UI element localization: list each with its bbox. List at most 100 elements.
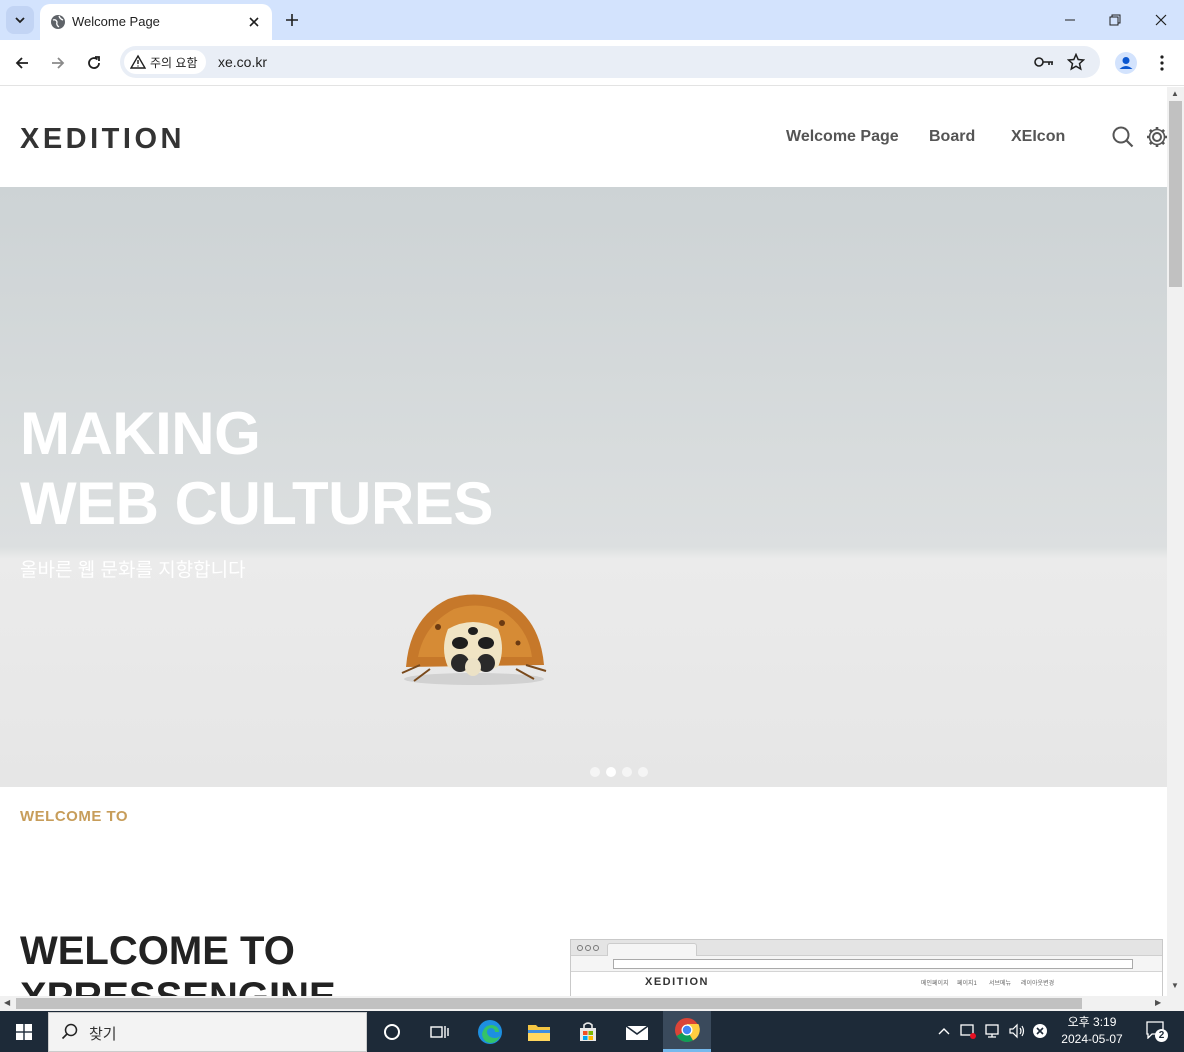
minimize-icon [1065,19,1075,21]
bookmark-button[interactable] [1064,50,1088,74]
restore-button[interactable] [1093,4,1137,36]
file-explorer-app[interactable] [515,1011,563,1052]
clock-date: 2024-05-07 [1061,1032,1123,1046]
new-tab-button[interactable] [280,8,304,32]
active-tab[interactable]: Welcome Page [40,4,272,40]
mockup-logo: XEDITION [645,976,709,988]
scroll-up-arrow[interactable]: ▲ [1171,89,1179,98]
mockup-address-bar [571,956,1162,972]
taskbar-clock[interactable]: 오후 3:19 2024-05-07 [1052,1014,1132,1048]
slider-dot-4[interactable] [638,767,648,777]
speaker-icon [1009,1023,1025,1039]
horizontal-scrollbar[interactable]: ◀ ▶ [0,996,1167,1011]
store-app[interactable] [564,1011,612,1052]
star-icon [1067,53,1085,71]
horizontal-scroll-thumb[interactable] [16,998,1082,1009]
chevron-up-icon [938,1028,950,1035]
close-icon [1155,14,1167,26]
notification-count-badge: 2 [1155,1029,1168,1042]
globe-icon [51,15,65,29]
hero-heading-line2: WEB CULTURES [20,470,493,537]
welcome-title-line1: WELCOME TO [20,929,295,973]
tab-search-button[interactable] [6,6,34,34]
slider-pagination [590,767,648,777]
back-button[interactable] [8,49,36,77]
site-search-button[interactable] [1111,125,1135,149]
windows-logo-icon [16,1023,32,1040]
mockup-tab-bar [571,940,1162,956]
chrome-app[interactable] [663,1011,711,1052]
tab-title: Welcome Page [72,14,160,29]
security-tray-button[interactable] [958,1021,978,1041]
tray-overflow-button[interactable] [934,1021,954,1041]
kebab-menu-icon [1160,55,1164,71]
close-circle-icon [1033,1024,1047,1038]
nav-xeicon[interactable]: XEIcon [1011,128,1065,146]
password-key-button[interactable] [1032,50,1056,74]
notification-center-button[interactable]: 2 [1143,1020,1169,1042]
slider-dot-2[interactable] [606,767,616,777]
volume-tray-button[interactable] [1007,1021,1027,1041]
mockup-page: XEDITION 메인페이지 페이지1 서브메뉴 레이아웃변경 [571,972,1162,997]
arrow-right-icon [52,57,65,69]
taskbar-search-placeholder: 찾기 [89,1026,117,1043]
site-logo[interactable]: XEDITION [20,123,185,156]
browser-toolbar: 주의 요함 xe.co.kr [0,40,1184,86]
hero-subtitle: 올바른 웹 문화를 지향합니다 [20,560,246,581]
forward-button[interactable] [44,49,72,77]
tab-close-button[interactable] [244,12,264,32]
close-window-button[interactable] [1139,4,1183,36]
scroll-left-arrow[interactable]: ◀ [4,998,10,1007]
screen: Welcome Page 주의 요함 xe.co.kr XEDITION Wel… [0,0,1184,1052]
circle-icon [384,1023,400,1040]
mockup-nav-4: 레이아웃변경 [1021,981,1055,987]
security-label: 주의 요함 [150,55,198,70]
search-icon [1112,126,1134,148]
ime-tray-button[interactable] [1030,1021,1050,1041]
windows-taskbar: 찾기 오후 3:19 2024-05-07 2 [0,1011,1184,1052]
task-view-button[interactable] [416,1011,464,1052]
arrow-left-icon [15,57,28,69]
welcome-title-line2: XPRESSENGINE [20,975,336,997]
close-icon [249,17,259,27]
start-button[interactable] [0,1011,48,1052]
reload-button[interactable] [80,49,108,77]
network-tray-button[interactable] [983,1021,1003,1041]
nav-board[interactable]: Board [929,128,975,146]
edge-app[interactable] [466,1011,514,1052]
welcome-eyebrow: WELCOME TO [20,808,129,825]
nav-welcome-page[interactable]: Welcome Page [786,128,899,146]
vertical-scroll-thumb[interactable] [1169,101,1182,287]
taskbar-search[interactable]: 찾기 [48,1012,367,1052]
address-bar[interactable]: 주의 요함 xe.co.kr [120,46,1100,78]
reload-icon [88,56,100,69]
gear-icon [1147,127,1167,147]
mockup-nav-2: 페이지1 [957,981,977,987]
chevron-down-icon [15,17,25,24]
cortana-button[interactable] [368,1011,416,1052]
mockup-nav-3: 서브메뉴 [989,981,1012,987]
clock-time: 오후 3:19 [1067,1015,1117,1029]
profile-button[interactable] [1112,49,1140,77]
store-icon [580,1021,596,1041]
edge-icon [478,1019,502,1044]
browser-menu-button[interactable] [1148,49,1176,77]
shield-icon [960,1024,976,1039]
search-icon [61,1023,78,1040]
vertical-scrollbar[interactable]: ▲ ▼ [1167,87,1184,997]
site-settings-button[interactable] [1145,125,1167,149]
slider-dot-1[interactable] [590,767,600,777]
warning-icon [130,54,146,69]
hero-slider: MAKING WEB CULTURES 올바른 웹 문화를 지향합니다 [0,187,1167,787]
mail-icon [625,1024,649,1040]
mail-app[interactable] [613,1011,661,1052]
avatar-icon [1115,52,1137,74]
site-header: XEDITION Welcome Page Board XEIcon [0,87,1167,187]
scroll-right-arrow[interactable]: ▶ [1155,998,1161,1007]
minimize-button[interactable] [1048,4,1092,36]
scroll-down-arrow[interactable]: ▼ [1171,981,1179,990]
slider-dot-3[interactable] [622,767,632,777]
security-chip[interactable]: 주의 요함 [124,50,206,74]
scrollbar-corner [1167,996,1184,1011]
ladybug-image [401,594,547,685]
